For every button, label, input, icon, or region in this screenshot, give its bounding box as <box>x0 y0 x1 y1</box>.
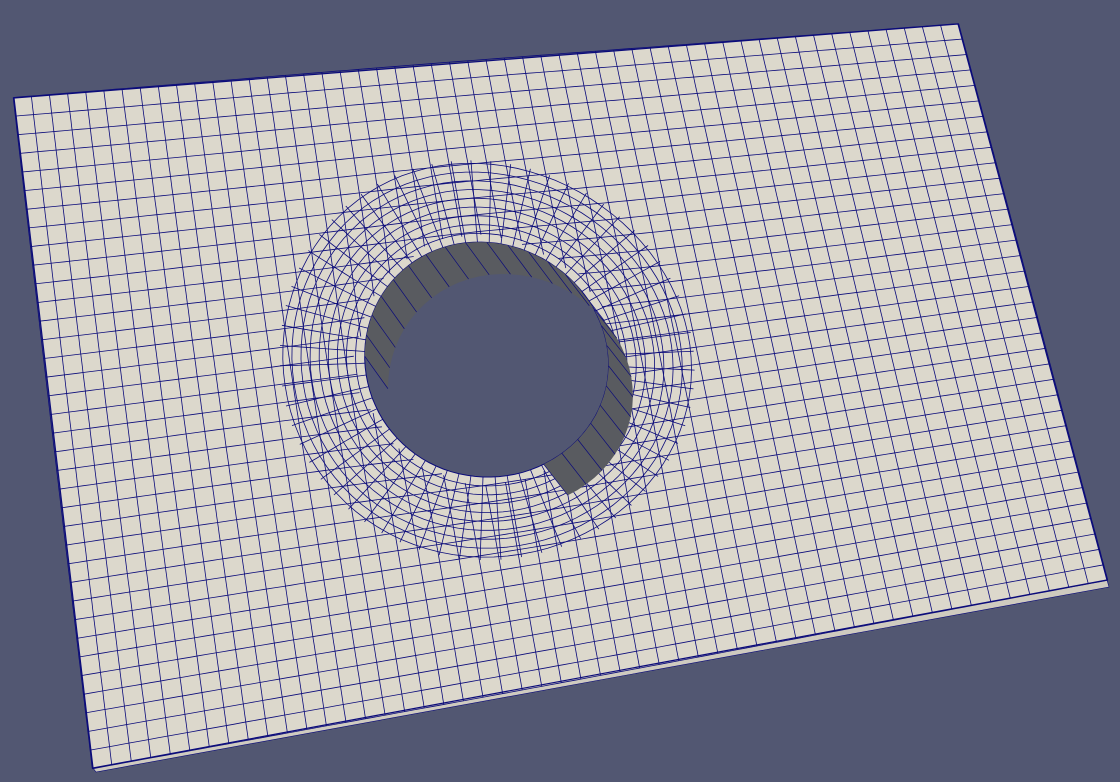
render-viewport[interactable] <box>0 0 1120 782</box>
mesh-render-canvas[interactable] <box>0 0 1120 782</box>
